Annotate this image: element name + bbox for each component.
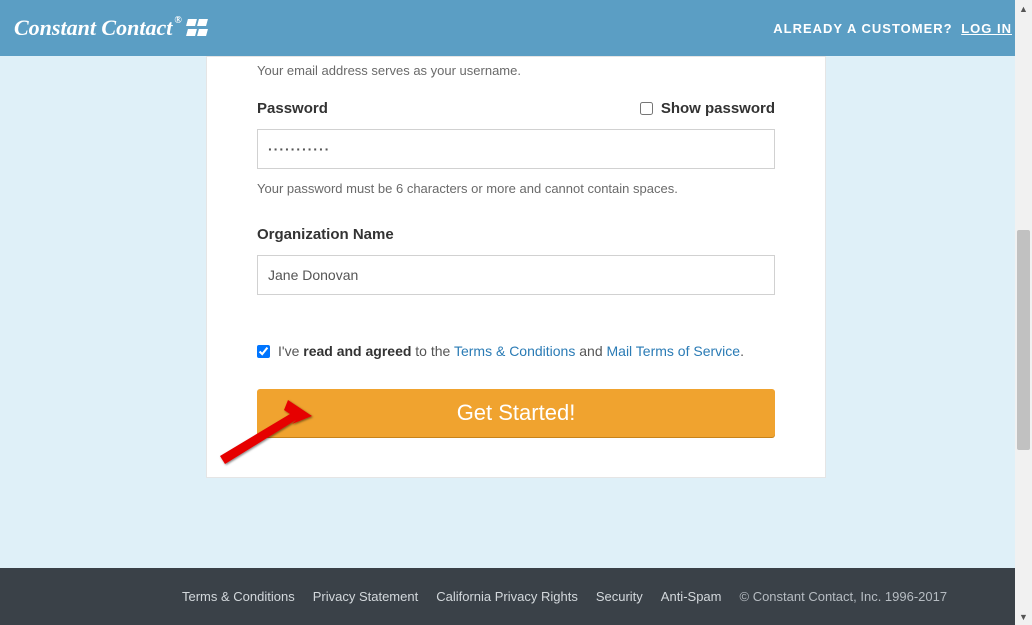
email-helper: Your email address serves as your userna… xyxy=(257,63,775,78)
scroll-up-icon[interactable]: ▲ xyxy=(1015,0,1032,17)
org-input[interactable] xyxy=(257,255,775,295)
logo-text: Constant Contact xyxy=(14,15,172,41)
signup-card: Your email address serves as your userna… xyxy=(206,56,826,478)
logo-icon xyxy=(186,18,210,38)
password-input[interactable] xyxy=(257,129,775,169)
show-password-toggle[interactable]: Show password xyxy=(640,100,775,117)
scroll-thumb[interactable] xyxy=(1017,230,1030,450)
scroll-down-icon[interactable]: ▼ xyxy=(1015,608,1032,625)
footer-copyright: © Constant Contact, Inc. 1996-2017 xyxy=(740,589,948,604)
footer: Terms & Conditions Privacy Statement Cal… xyxy=(0,568,1032,625)
password-block: Password Show password Your password mus… xyxy=(257,100,775,196)
login-link[interactable]: LOG IN xyxy=(961,21,1012,36)
already-customer-text: ALREADY A CUSTOMER? xyxy=(773,21,952,36)
footer-security-link[interactable]: Security xyxy=(596,589,643,604)
show-password-checkbox[interactable] xyxy=(640,102,653,115)
agree-prefix: I've xyxy=(278,343,299,359)
footer-terms-link[interactable]: Terms & Conditions xyxy=(182,589,295,604)
org-block: Organization Name xyxy=(257,226,775,295)
header-right: ALREADY A CUSTOMER? LOG IN xyxy=(773,21,1012,36)
agree-suffix: . xyxy=(740,343,744,359)
registered-mark: ® xyxy=(174,15,181,26)
org-label: Organization Name xyxy=(257,226,775,243)
agree-row: I've read and agreed to the Terms & Cond… xyxy=(257,343,775,359)
footer-privacy-link[interactable]: Privacy Statement xyxy=(313,589,419,604)
agree-mid: to the xyxy=(415,343,450,359)
footer-antispam-link[interactable]: Anti-Spam xyxy=(661,589,722,604)
footer-cpr-link[interactable]: California Privacy Rights xyxy=(436,589,578,604)
top-header: Constant Contact ® ALREADY A CUSTOMER? L… xyxy=(0,0,1032,56)
agree-strong: read and agreed xyxy=(303,343,411,359)
show-password-label: Show password xyxy=(661,100,775,117)
password-label: Password xyxy=(257,100,328,117)
agree-and: and xyxy=(579,343,602,359)
vertical-scrollbar[interactable]: ▲ ▼ xyxy=(1015,0,1032,625)
get-started-button[interactable]: Get Started! xyxy=(257,389,775,437)
terms-link[interactable]: Terms & Conditions xyxy=(454,343,575,359)
password-helper: Your password must be 6 characters or mo… xyxy=(257,181,775,196)
mail-terms-link[interactable]: Mail Terms of Service xyxy=(607,343,741,359)
agree-text: I've read and agreed to the Terms & Cond… xyxy=(278,343,744,359)
brand-logo: Constant Contact ® xyxy=(14,15,210,41)
agree-checkbox[interactable] xyxy=(257,345,270,358)
